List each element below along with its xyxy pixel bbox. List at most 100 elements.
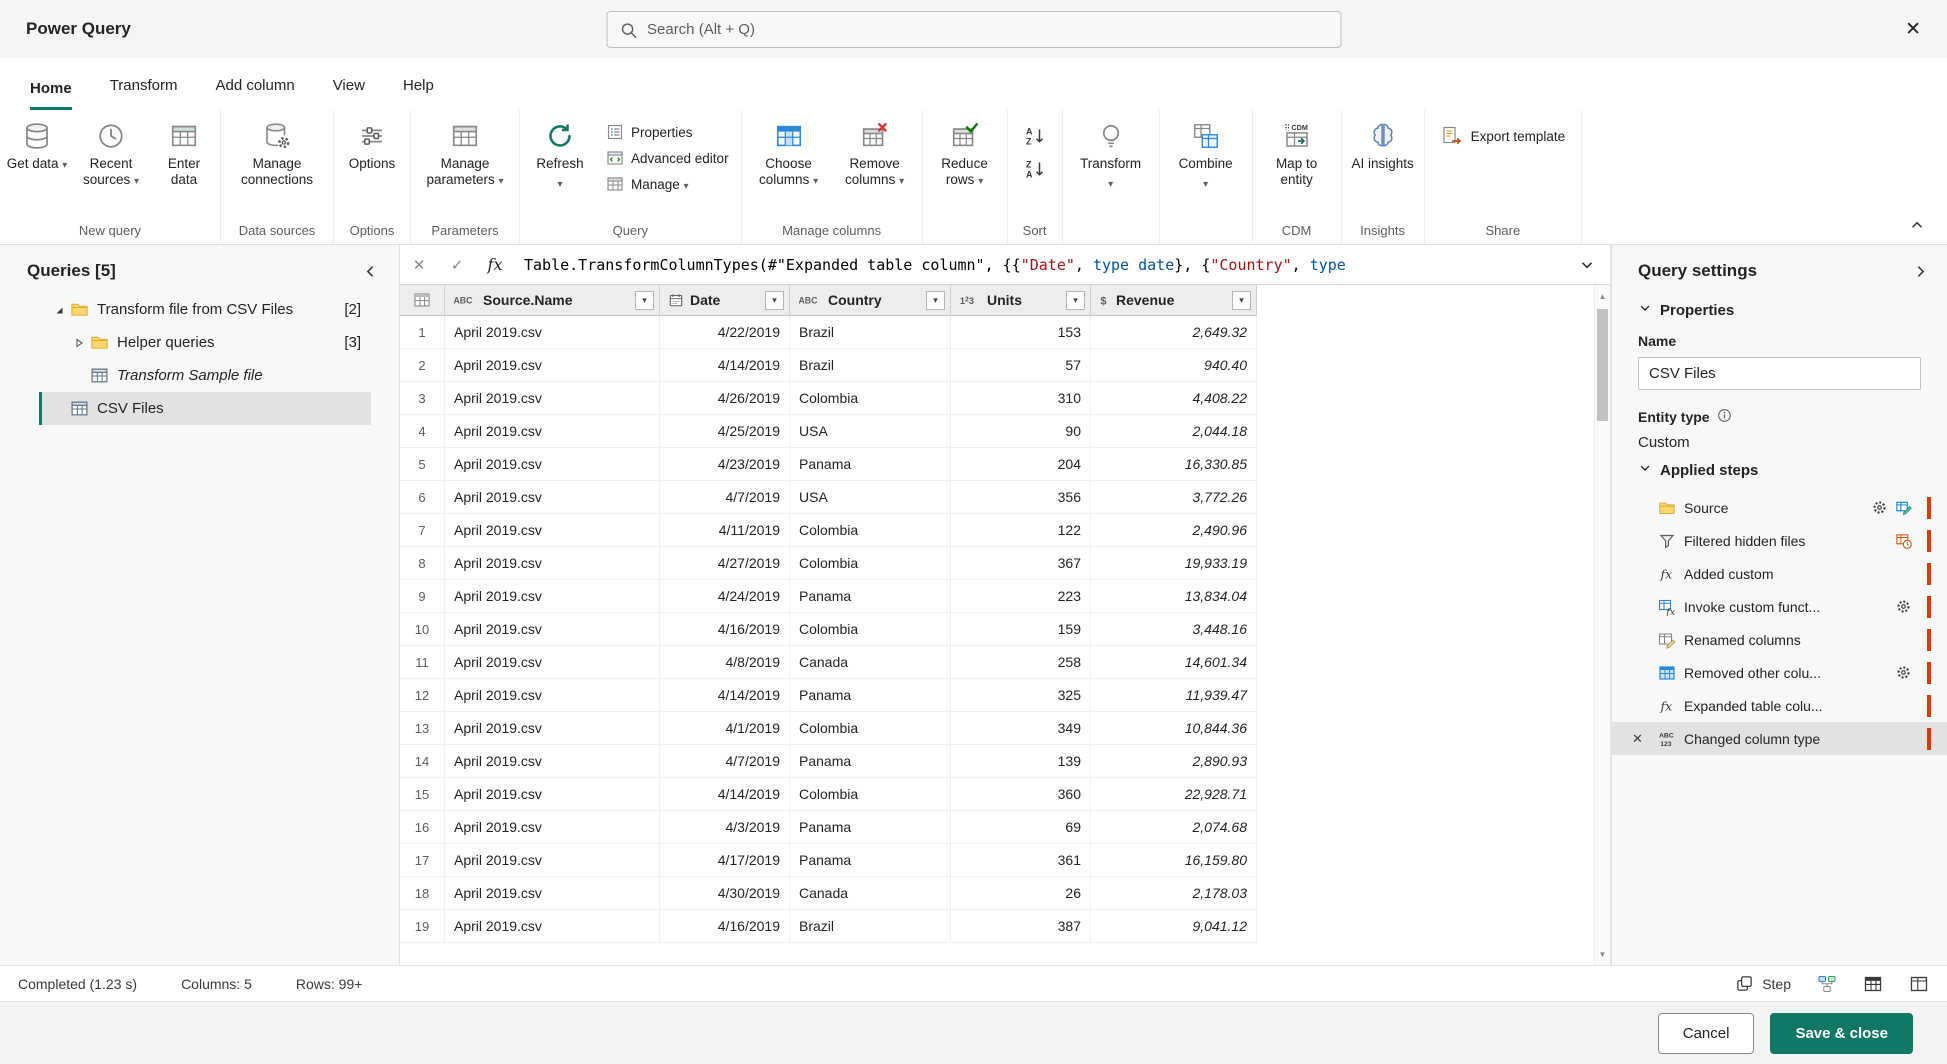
formula-input[interactable]: Table.TransformColumnTypes(#"Expanded ta… [514, 245, 1564, 284]
cell-revenue[interactable]: 14,601.34 [1091, 646, 1257, 678]
queries-collapse-button[interactable] [362, 263, 379, 280]
transform-button[interactable]: Transform▾ [1067, 116, 1155, 198]
cell-revenue[interactable]: 11,939.47 [1091, 679, 1257, 711]
delete-step-button[interactable]: ✕ [1632, 722, 1643, 755]
cell-date[interactable]: 4/27/2019 [660, 547, 790, 579]
cell-source-name[interactable]: April 2019.csv [445, 778, 660, 810]
window-close-button[interactable]: ✕ [1905, 18, 1921, 41]
cell-units[interactable]: 122 [951, 514, 1091, 546]
sort-ascending-button[interactable]: AZ [1020, 124, 1050, 148]
cell-source-name[interactable]: April 2019.csv [445, 382, 660, 414]
tab-view[interactable]: View [333, 77, 365, 110]
cell-revenue[interactable]: 22,928.71 [1091, 778, 1257, 810]
cell-units[interactable]: 57 [951, 349, 1091, 381]
cell-country[interactable]: Brazil [790, 349, 951, 381]
remove-columns-button[interactable]: Remove columns ▾ [832, 116, 918, 195]
cell-units[interactable]: 69 [951, 811, 1091, 843]
combine-button[interactable]: Combine▾ [1164, 116, 1248, 198]
cell-date[interactable]: 4/8/2019 [660, 646, 790, 678]
save-close-button[interactable]: Save & close [1770, 1013, 1913, 1054]
cell-source-name[interactable]: April 2019.csv [445, 613, 660, 645]
cell-revenue[interactable]: 4,408.22 [1091, 382, 1257, 414]
cell-units[interactable]: 310 [951, 382, 1091, 414]
cell-units[interactable]: 90 [951, 415, 1091, 447]
cell-date[interactable]: 4/7/2019 [660, 481, 790, 513]
cell-revenue[interactable]: 19,933.19 [1091, 547, 1257, 579]
refresh-button[interactable]: Refresh▾ [524, 116, 596, 198]
diagram-view-icon[interactable] [1817, 974, 1837, 994]
cell-country[interactable]: Brazil [790, 910, 951, 942]
properties-button[interactable]: Properties [606, 123, 693, 141]
cell-units[interactable]: 387 [951, 910, 1091, 942]
cell-country[interactable]: Panama [790, 745, 951, 777]
cell-source-name[interactable]: April 2019.csv [445, 844, 660, 876]
cell-date[interactable]: 4/11/2019 [660, 514, 790, 546]
options-button[interactable]: Options [338, 116, 406, 177]
tab-help[interactable]: Help [403, 77, 434, 110]
reduce-rows-button[interactable]: Reduce rows ▾ [927, 116, 1003, 195]
cell-revenue[interactable]: 16,159.80 [1091, 844, 1257, 876]
enter-data-button[interactable]: Enter data [152, 116, 216, 193]
cell-source-name[interactable]: April 2019.csv [445, 877, 660, 909]
step-toggle[interactable]: Step [1735, 974, 1791, 993]
cell-units[interactable]: 360 [951, 778, 1091, 810]
row-number[interactable]: 11 [400, 646, 445, 678]
cell-date[interactable]: 4/17/2019 [660, 844, 790, 876]
cell-date[interactable]: 4/25/2019 [660, 415, 790, 447]
export-template-button[interactable]: Export template [1429, 116, 1578, 156]
manage-parameters-button[interactable]: Manage parameters ▾ [415, 116, 515, 195]
column-header-revenue[interactable]: $Revenue▾ [1091, 285, 1257, 316]
sort-descending-button[interactable]: ZA [1020, 157, 1050, 181]
cell-source-name[interactable]: April 2019.csv [445, 448, 660, 480]
filter-button[interactable]: ▾ [926, 291, 945, 310]
cell-date[interactable]: 4/14/2019 [660, 679, 790, 711]
row-number[interactable]: 8 [400, 547, 445, 579]
cell-source-name[interactable]: April 2019.csv [445, 910, 660, 942]
cell-date[interactable]: 4/22/2019 [660, 316, 790, 348]
info-icon[interactable] [1717, 408, 1732, 426]
cell-units[interactable]: 356 [951, 481, 1091, 513]
query-item-transform-sample-file[interactable]: Transform Sample file [39, 359, 371, 392]
cell-units[interactable]: 258 [951, 646, 1091, 678]
applied-step-removed-other-colu[interactable]: Removed other colu... [1612, 656, 1947, 689]
row-number[interactable]: 12 [400, 679, 445, 711]
applied-step-source[interactable]: Source [1612, 491, 1947, 524]
cell-country[interactable]: USA [790, 415, 951, 447]
filter-button[interactable]: ▾ [635, 291, 654, 310]
cell-country[interactable]: Brazil [790, 316, 951, 348]
cell-date[interactable]: 4/30/2019 [660, 877, 790, 909]
row-number[interactable]: 3 [400, 382, 445, 414]
query-item-helper-queries[interactable]: Helper queries[3] [39, 326, 371, 359]
cell-revenue[interactable]: 2,044.18 [1091, 415, 1257, 447]
cell-source-name[interactable]: April 2019.csv [445, 547, 660, 579]
search-input[interactable] [647, 21, 1328, 38]
cell-revenue[interactable]: 940.40 [1091, 349, 1257, 381]
row-number[interactable]: 18 [400, 877, 445, 909]
cell-revenue[interactable]: 9,041.12 [1091, 910, 1257, 942]
cell-date[interactable]: 4/16/2019 [660, 910, 790, 942]
row-number[interactable]: 16 [400, 811, 445, 843]
edit-source-icon[interactable] [1895, 499, 1912, 516]
row-number[interactable]: 7 [400, 514, 445, 546]
cell-date[interactable]: 4/26/2019 [660, 382, 790, 414]
applied-step-added-custom[interactable]: fxAdded custom [1612, 557, 1947, 590]
scroll-up-button[interactable]: ▲ [1595, 288, 1610, 304]
schema-view-icon[interactable] [1909, 974, 1929, 994]
properties-section-toggle[interactable]: Properties [1612, 291, 1947, 325]
advanced-editor-button[interactable]: Advanced editor [606, 149, 729, 167]
cell-units[interactable]: 139 [951, 745, 1091, 777]
cell-source-name[interactable]: April 2019.csv [445, 679, 660, 711]
cell-source-name[interactable]: April 2019.csv [445, 745, 660, 777]
cell-units[interactable]: 223 [951, 580, 1091, 612]
manage-connections-button[interactable]: Manage connections [225, 116, 329, 193]
cell-revenue[interactable]: 16,330.85 [1091, 448, 1257, 480]
manage-button[interactable]: Manage ▾ [606, 175, 689, 193]
cell-units[interactable]: 159 [951, 613, 1091, 645]
ribbon-collapse-button[interactable] [1909, 217, 1925, 236]
cell-source-name[interactable]: April 2019.csv [445, 646, 660, 678]
cell-units[interactable]: 26 [951, 877, 1091, 909]
row-number[interactable]: 1 [400, 316, 445, 348]
applied-step-invoke-custom-funct[interactable]: fxInvoke custom funct... [1612, 590, 1947, 623]
cell-revenue[interactable]: 3,448.16 [1091, 613, 1257, 645]
cell-country[interactable]: Panama [790, 448, 951, 480]
